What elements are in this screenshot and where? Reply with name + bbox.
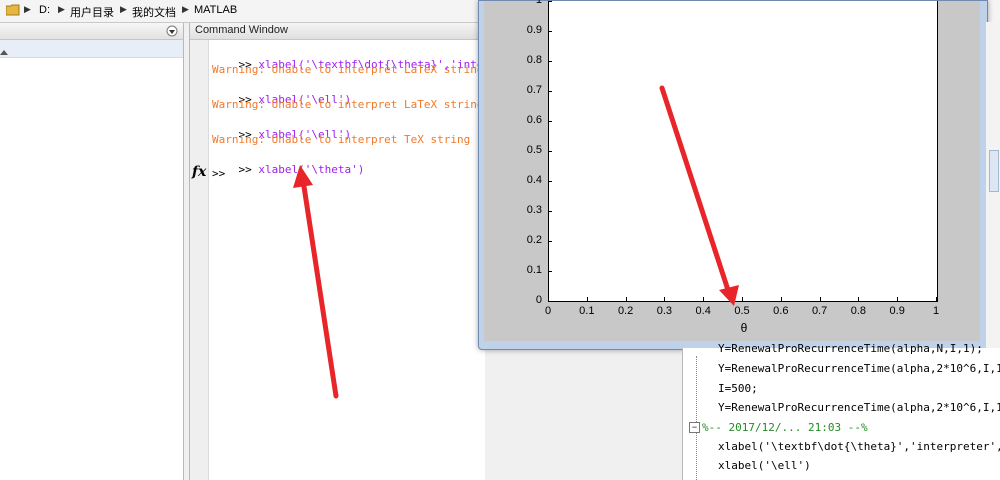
annotation-layer [293, 85, 739, 399]
red-arrow-icon [293, 165, 339, 399]
red-arrow-icon [659, 85, 739, 306]
